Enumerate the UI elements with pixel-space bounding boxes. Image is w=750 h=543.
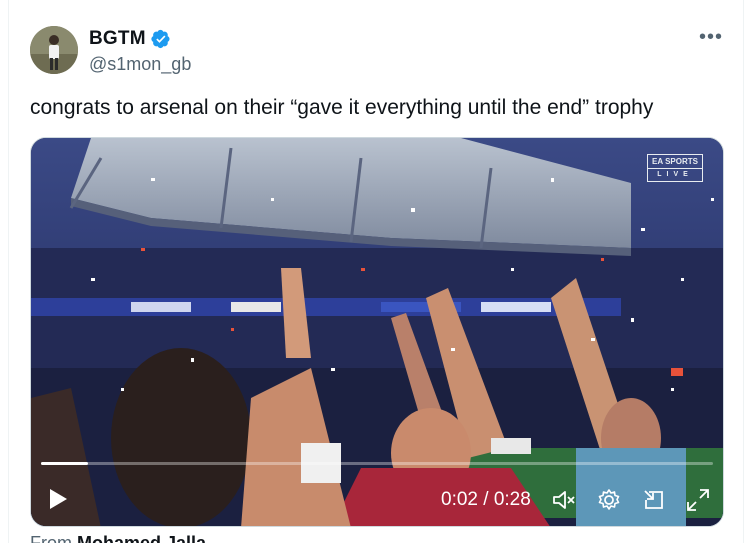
avatar[interactable] [30, 26, 78, 74]
mute-icon[interactable] [551, 487, 577, 513]
attribution-prefix: From [30, 533, 72, 543]
badge-brand: EA SPORTS [652, 157, 698, 166]
video-progress-fill [41, 462, 89, 465]
video-player[interactable]: EA SPORTS LIVE 0:02 / 0:28 [30, 137, 724, 527]
badge-live: LIVE [648, 168, 702, 181]
settings-gear-icon[interactable] [596, 487, 622, 513]
tweet-card[interactable]: BGTM @s1mon_gb ••• congrats to arsenal o… [8, 0, 744, 543]
play-icon[interactable] [45, 486, 71, 512]
fullscreen-icon[interactable] [685, 487, 711, 513]
more-options-icon[interactable]: ••• [699, 26, 723, 49]
tweet-text: congrats to arsenal on their “gave it ev… [30, 96, 654, 119]
author-name-row[interactable]: BGTM [89, 28, 171, 50]
video-timecode: 0:02 / 0:28 [441, 489, 531, 510]
ea-sports-live-badge: EA SPORTS LIVE [647, 154, 703, 182]
video-attribution[interactable]: From Mohamed Jalla [30, 533, 206, 543]
video-progress-bar[interactable] [41, 462, 713, 465]
picture-in-picture-icon[interactable] [641, 487, 667, 513]
author-handle[interactable]: @s1mon_gb [89, 54, 191, 75]
display-name[interactable]: BGTM [89, 28, 146, 50]
attribution-source[interactable]: Mohamed Jalla [77, 533, 206, 543]
verified-badge-icon [151, 29, 170, 49]
video-frame[interactable] [31, 138, 724, 527]
